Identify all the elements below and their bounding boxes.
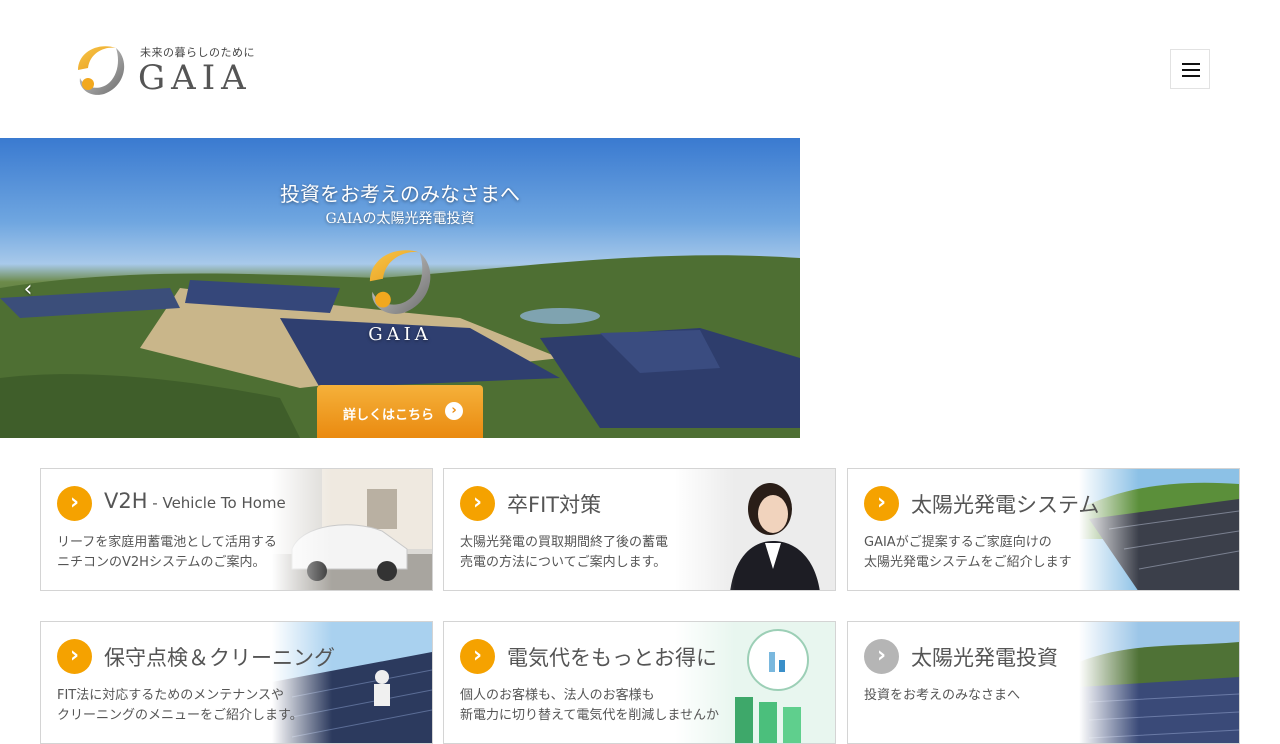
chevron-right-circle-icon: › [445, 402, 463, 420]
service-card-fit[interactable]: › 卒FIT対策 太陽光発電の買取期間終了後の蓄電 売電の方法についてご案内します… [443, 468, 836, 591]
service-card-maintenance[interactable]: › 保守点検＆クリーニング FIT法に対応するためのメンテナンスや クリーニングの… [40, 621, 433, 744]
chevron-right-circle-icon: › [864, 639, 899, 674]
hero-details-label: 詳しくはこちら [343, 408, 435, 423]
site-header: 未来の暮らしのために GAIA [0, 0, 1280, 138]
service-card-electricity[interactable]: › 電気代をもっとお得に 個人のお客様も、法人のお客様も 新電力に切り替えて電気代… [443, 621, 836, 744]
card-title: 太陽光発電投資 [911, 646, 1058, 670]
hero-subtitle: GAIAの太陽光発電投資 [325, 211, 475, 227]
hero-brand-text: GAIA [368, 324, 432, 345]
logo-wordmark: GAIA [138, 58, 252, 98]
hero-slider: 投資をお考えのみなさまへ GAIAの太陽光発電投資 GAIA 詳しくはこちら ›… [0, 138, 800, 438]
chevron-right-circle-icon: › [57, 486, 92, 521]
card-description: リーフを家庭用蓄電池として活用する ニチコンのV2Hシステムのご案内。 [57, 535, 277, 570]
service-card-solar-system[interactable]: › 太陽光発電システム GAIAがご提案するご家庭向けの 太陽光発電システムをご紹… [847, 468, 1240, 591]
chevron-left-icon: ‹ [23, 277, 33, 302]
chevron-right-circle-icon: › [460, 639, 495, 674]
hero-details-button[interactable]: 詳しくはこちら › [317, 385, 483, 438]
hamburger-menu-icon [1182, 63, 1200, 65]
hamburger-menu-button[interactable] [1170, 49, 1210, 89]
service-card-solar-investment[interactable]: › 太陽光発電投資 投資をお考えのみなさまへ [847, 621, 1240, 744]
gaia-logo-icon [369, 250, 431, 314]
card-title: 卒FIT対策 [507, 493, 602, 517]
card-description: 投資をお考えのみなさまへ [864, 688, 1021, 703]
gaia-logo-icon [78, 46, 125, 95]
chevron-right-circle-icon: › [864, 486, 899, 521]
hero-title: 投資をお考えのみなさまへ [280, 182, 520, 206]
card-description: GAIAがご提案するご家庭向けの 太陽光発電システムをご紹介します [864, 535, 1072, 570]
card-description: 個人のお客様も、法人のお客様も 新電力に切り替えて電気代を削減しませんか [460, 688, 719, 723]
slider-prev-button[interactable]: ‹ [18, 278, 38, 302]
chevron-right-circle-icon: › [460, 486, 495, 521]
service-card-v2h[interactable]: › V2H - Vehicle To Home リーフを家庭用蓄電池として活用す… [40, 468, 433, 591]
card-title: V2H - Vehicle To Home [104, 489, 286, 513]
card-title: 太陽光発電システム [911, 493, 1100, 517]
card-description: FIT法に対応するためのメンテナンスや クリーニングのメニューをご紹介します。 [57, 688, 303, 723]
card-title: 保守点検＆クリーニング [104, 646, 335, 670]
site-logo[interactable]: 未来の暮らしのために GAIA [72, 40, 255, 98]
card-title: 電気代をもっとお得に [507, 646, 717, 670]
card-description: 太陽光発電の買取期間終了後の蓄電 売電の方法についてご案内します。 [460, 535, 669, 570]
chevron-right-circle-icon: › [57, 639, 92, 674]
